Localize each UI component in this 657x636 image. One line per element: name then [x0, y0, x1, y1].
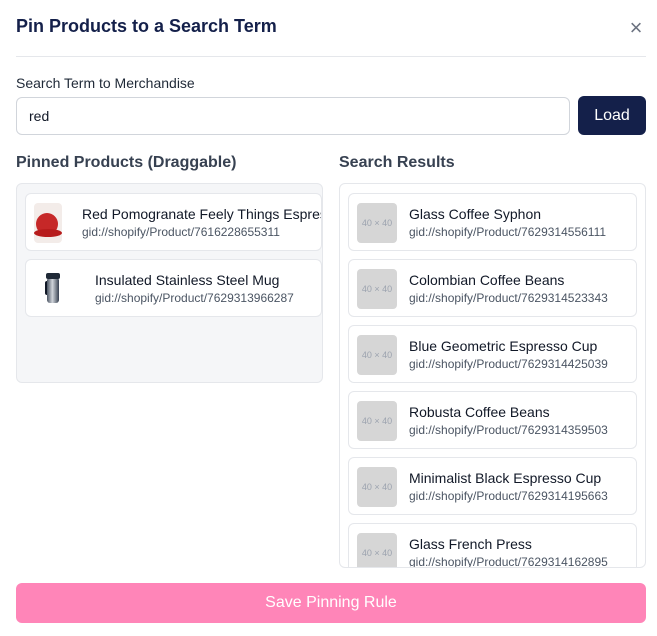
product-id: gid://shopify/Product/7629314425039	[409, 357, 608, 371]
image-placeholder: 40 × 40	[357, 335, 397, 375]
dialog-title: Pin Products to a Search Term	[16, 16, 277, 36]
pinned-product-card[interactable]: Insulated Stainless Steel Mug gid://shop…	[25, 259, 322, 317]
product-name: Robusta Coffee Beans	[409, 404, 550, 420]
product-id: gid://shopify/Product/7629314523343	[409, 291, 608, 305]
product-image	[34, 203, 62, 243]
product-id: gid://shopify/Product/7629314556111	[409, 225, 607, 239]
search-term-label: Search Term to Merchandise	[16, 75, 195, 91]
product-id: gid://shopify/Product/7616228655311	[82, 225, 280, 239]
search-result-card[interactable]: 40 × 40 Blue Geometric Espresso Cup gid:…	[348, 325, 637, 383]
search-results-list[interactable]: 40 × 40 Glass Coffee Syphon gid://shopif…	[339, 183, 646, 568]
close-icon[interactable]: ×	[626, 17, 646, 39]
image-placeholder: 40 × 40	[357, 401, 397, 441]
search-result-card[interactable]: 40 × 40 Glass French Press gid://shopify…	[348, 523, 637, 568]
dialog-header: Pin Products to a Search Term ×	[16, 0, 646, 57]
product-name: Red Pomogranate Feely Things Espresso Cu…	[82, 206, 321, 222]
search-results-heading: Search Results	[339, 154, 455, 171]
product-id: gid://shopify/Product/7629314195663	[409, 489, 608, 503]
image-placeholder: 40 × 40	[357, 467, 397, 507]
search-result-card[interactable]: 40 × 40 Glass Coffee Syphon gid://shopif…	[348, 193, 637, 251]
pinned-products-list[interactable]: Red Pomogranate Feely Things Espresso Cu…	[16, 183, 323, 383]
product-id: gid://shopify/Product/7629314359503	[409, 423, 608, 437]
product-image	[44, 269, 62, 309]
pinned-products-heading: Pinned Products (Draggable)	[16, 154, 237, 171]
product-name: Blue Geometric Espresso Cup	[409, 338, 598, 354]
pinned-product-card[interactable]: Red Pomogranate Feely Things Espresso Cu…	[25, 193, 322, 251]
search-result-card[interactable]: 40 × 40 Robusta Coffee Beans gid://shopi…	[348, 391, 637, 449]
product-name: Glass French Press	[409, 536, 532, 552]
product-id: gid://shopify/Product/7629314162895	[409, 555, 608, 568]
image-placeholder: 40 × 40	[357, 533, 397, 567]
product-name: Minimalist Black Espresso Cup	[409, 470, 602, 486]
product-name: Colombian Coffee Beans	[409, 272, 565, 288]
search-result-card[interactable]: 40 × 40 Colombian Coffee Beans gid://sho…	[348, 259, 637, 317]
product-id: gid://shopify/Product/7629313966287	[95, 291, 294, 305]
save-pinning-rule-button[interactable]: Save Pinning Rule	[16, 583, 646, 623]
search-term-input[interactable]	[16, 97, 570, 135]
product-name: Glass Coffee Syphon	[409, 206, 542, 222]
image-placeholder: 40 × 40	[357, 269, 397, 309]
search-result-card[interactable]: 40 × 40 Minimalist Black Espresso Cup gi…	[348, 457, 637, 515]
product-name: Insulated Stainless Steel Mug	[95, 272, 280, 288]
load-button[interactable]: Load	[578, 96, 646, 135]
image-placeholder: 40 × 40	[357, 203, 397, 243]
